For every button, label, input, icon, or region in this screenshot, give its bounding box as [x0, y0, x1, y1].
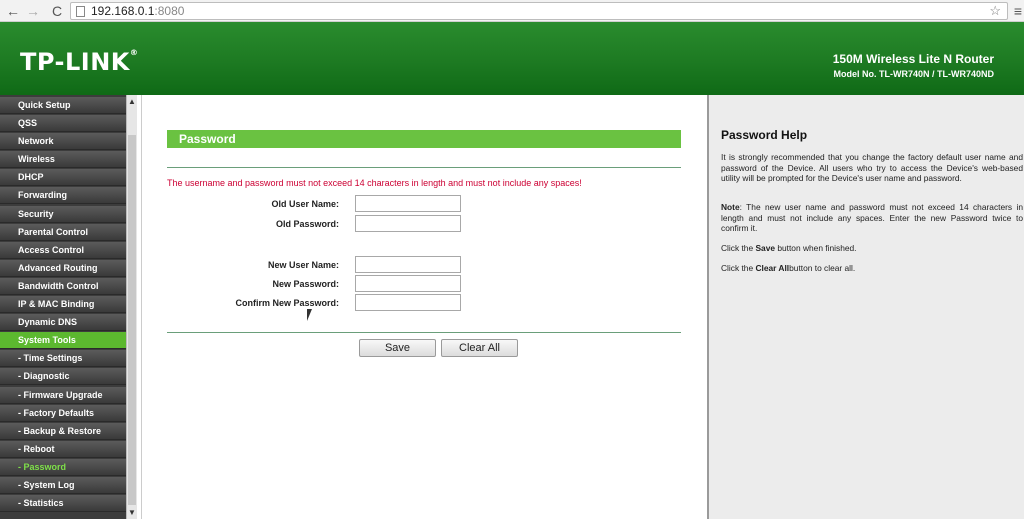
- page-title: Password: [167, 130, 681, 148]
- old-password-label: Old Password:: [275, 219, 339, 229]
- help-title: Password Help: [721, 128, 808, 142]
- old-user-name-input[interactable]: [355, 195, 461, 212]
- sidebar-item-access-control[interactable]: Access Control: [0, 241, 126, 259]
- help-clear-pre: Click the: [721, 263, 756, 273]
- scroll-thumb[interactable]: [128, 135, 136, 505]
- sidebar-item-dhcp[interactable]: DHCP: [0, 169, 126, 187]
- new-user-name-label: New User Name:: [267, 260, 339, 270]
- product-model: Model No. TL-WR740N / TL-WR740ND: [833, 69, 994, 79]
- mouse-cursor-icon: [307, 309, 312, 321]
- old-password-input[interactable]: [355, 215, 461, 232]
- new-password-label: New Password:: [272, 279, 339, 289]
- warning-message: The username and password must not excee…: [167, 178, 582, 188]
- sidebar-item-bandwidth-control[interactable]: Bandwidth Control: [0, 277, 126, 295]
- back-arrow-icon[interactable]: ←: [4, 2, 22, 20]
- browser-toolbar: ← → C 192.168.0.1:8080 ☆ ≡: [0, 0, 1024, 22]
- sidebar-item-wireless[interactable]: Wireless: [0, 151, 126, 169]
- help-paragraph-2: Note: The new user name and password mus…: [721, 202, 1023, 234]
- confirm-password-label: Confirm New Password:: [235, 298, 339, 308]
- sidebar-item-quick-setup[interactable]: Quick Setup: [0, 97, 126, 114]
- sidebar-item-qss[interactable]: QSS: [0, 115, 126, 133]
- sidebar-menu: Quick Setup QSS Network Wireless DHCP Forward…: [0, 95, 137, 519]
- sidebar-item-factory-defaults[interactable]: - Factory Defaults: [0, 404, 126, 422]
- browser-menu-icon[interactable]: ≡: [1014, 2, 1022, 20]
- main-content: Password The username and password must …: [141, 95, 706, 519]
- bookmark-star-icon[interactable]: ☆: [989, 3, 1001, 19]
- sidebar-item-network[interactable]: Network: [0, 133, 126, 151]
- product-title: 150M Wireless Lite N Router: [832, 52, 994, 66]
- sidebar-item-reboot[interactable]: - Reboot: [0, 440, 126, 458]
- sidebar-item-dynamic-dns[interactable]: Dynamic DNS: [0, 314, 126, 332]
- help-paragraph-4: Click the Clear Allbutton to clear all.: [721, 263, 1023, 274]
- page-icon: [76, 6, 85, 17]
- divider-bottom: [167, 332, 681, 333]
- help-save-post: button when finished.: [775, 243, 857, 253]
- scroll-down-icon[interactable]: ▼: [128, 508, 136, 517]
- sidebar-item-system-log[interactable]: - System Log: [0, 476, 126, 494]
- scroll-up-icon[interactable]: ▲: [128, 97, 136, 106]
- confirm-password-input[interactable]: [355, 294, 461, 311]
- new-password-input[interactable]: [355, 275, 461, 292]
- sidebar-item-firmware-upgrade[interactable]: - Firmware Upgrade: [0, 386, 126, 404]
- sidebar-item-security[interactable]: Security: [0, 205, 126, 223]
- help-paragraph-1: It is strongly recommended that you chan…: [721, 152, 1023, 183]
- reload-icon[interactable]: C: [48, 2, 66, 20]
- address-bar[interactable]: 192.168.0.1:8080 ☆: [70, 2, 1008, 20]
- sidebar-item-diagnostic[interactable]: - Diagnostic: [0, 368, 126, 386]
- logo-text: TP-LINK: [20, 48, 130, 76]
- old-user-name-label: Old User Name:: [271, 199, 339, 209]
- url-host: 192.168.0.1: [91, 4, 155, 18]
- help-save-pre: Click the: [721, 243, 756, 253]
- help-note-text: : The new user name and password must no…: [721, 202, 1023, 233]
- sidebar-item-forwarding[interactable]: Forwarding: [0, 187, 126, 205]
- sidebar-scrollbar[interactable]: ▲ ▼: [126, 95, 137, 519]
- help-panel: Password Help It is strongly recommended…: [707, 95, 1024, 519]
- router-header: TP-LINK® 150M Wireless Lite N Router Mod…: [0, 22, 1024, 95]
- sidebar-item-time-settings[interactable]: - Time Settings: [0, 350, 126, 368]
- sidebar-item-backup-and-restore[interactable]: - Backup & Restore: [0, 422, 126, 440]
- save-button[interactable]: Save: [359, 339, 436, 357]
- sidebar-list: Quick Setup QSS Network Wireless DHCP Forward…: [0, 97, 126, 513]
- new-user-name-input[interactable]: [355, 256, 461, 273]
- help-note-label: Note: [721, 202, 740, 212]
- help-clear-post: button to clear all.: [789, 263, 856, 273]
- sidebar-item-ip-and-mac-binding[interactable]: IP & MAC Binding: [0, 296, 126, 314]
- divider-top: [167, 167, 681, 168]
- clear-all-button[interactable]: Clear All: [441, 339, 518, 357]
- help-clear-bold: Clear All: [755, 263, 790, 273]
- url-port: :8080: [154, 4, 185, 18]
- help-save-bold: Save: [755, 243, 776, 253]
- sidebar-item-statistics[interactable]: - Statistics: [0, 495, 126, 513]
- sidebar-item-system-tools[interactable]: System Tools: [0, 332, 126, 350]
- help-paragraph-3: Click the Save button when finished.: [721, 243, 1023, 254]
- forward-arrow-icon[interactable]: →: [24, 2, 42, 20]
- tp-link-logo: TP-LINK®: [20, 48, 138, 76]
- sidebar-item-parental-control[interactable]: Parental Control: [0, 223, 126, 241]
- logo-registered-mark: ®: [129, 48, 139, 57]
- sidebar-item-advanced-routing[interactable]: Advanced Routing: [0, 259, 126, 277]
- sidebar-item-password[interactable]: - Password: [0, 458, 126, 476]
